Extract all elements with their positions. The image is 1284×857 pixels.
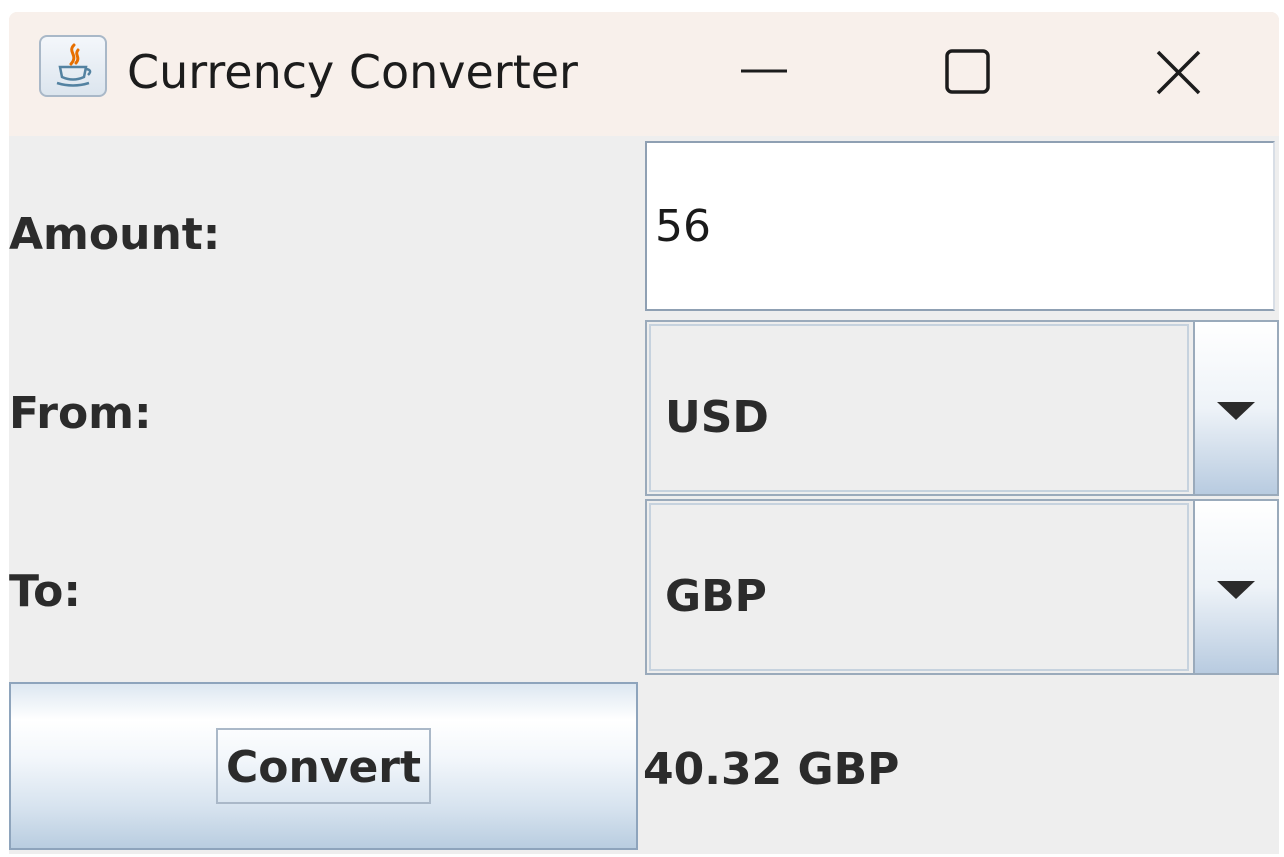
minimize-icon [741, 69, 787, 73]
minimize-button[interactable] [714, 12, 814, 136]
chevron-down-icon [1217, 402, 1255, 420]
to-currency-value: GBP [665, 571, 767, 622]
close-button[interactable] [1129, 12, 1229, 136]
amount-label: Amount: [9, 209, 221, 260]
maximize-button[interactable] [917, 12, 1017, 136]
to-currency-select[interactable]: GBP [645, 499, 1279, 675]
from-currency-value: USD [665, 392, 769, 443]
chevron-down-icon [1217, 581, 1255, 599]
to-label: To: [9, 566, 81, 617]
from-currency-select[interactable]: USD [645, 320, 1279, 496]
to-dropdown-button[interactable] [1193, 501, 1277, 673]
from-label: From: [9, 388, 152, 439]
amount-input[interactable] [645, 141, 1275, 311]
to-currency-display[interactable]: GBP [649, 503, 1189, 671]
java-cup-icon [39, 35, 107, 97]
conversion-result: 40.32 GBP [643, 744, 900, 795]
close-icon [1156, 50, 1201, 95]
from-currency-display[interactable]: USD [649, 324, 1189, 492]
from-dropdown-button[interactable] [1193, 322, 1277, 494]
convert-button-label: Convert [225, 742, 422, 793]
window-title: Currency Converter [127, 45, 578, 99]
convert-button[interactable]: Convert [9, 682, 638, 850]
currency-converter-window: Currency Converter Amount: From: USD [9, 12, 1279, 854]
title-bar[interactable]: Currency Converter [9, 12, 1279, 136]
maximize-icon [945, 49, 990, 94]
